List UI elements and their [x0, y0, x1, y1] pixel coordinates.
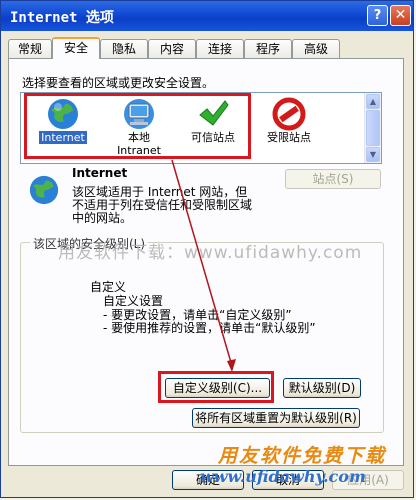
title-bar[interactable]: Internet 选项 ? ✕ — [1, 1, 413, 31]
close-button[interactable]: ✕ — [390, 5, 411, 26]
instruction-text: 选择要查看的区域或更改安全设置。 — [22, 76, 215, 90]
zone-title: Internet — [72, 166, 128, 180]
highlight-box-custom-level — [158, 371, 274, 403]
window-title: Internet 选项 — [10, 10, 114, 26]
reset-all-zones-button[interactable]: 将所有区域重置为默认级别(R) — [192, 408, 360, 428]
security-level-group — [20, 242, 384, 433]
scroll-down-button[interactable]: ▼ — [366, 147, 380, 162]
tab-security[interactable]: 安全 — [52, 37, 100, 59]
watermark-text-3: www.ufidawhy.com — [200, 467, 366, 486]
highlight-box-zones — [24, 93, 251, 159]
watermark-text-1: 用友软件下载：www.ufidawhy.com — [58, 243, 363, 263]
tab-advanced[interactable]: 高级 — [292, 39, 340, 58]
custom-line-3: - 要使用推荐的设置，请单击“默认级别” — [103, 321, 316, 335]
restricted-icon — [272, 97, 306, 131]
help-button[interactable]: ? — [367, 5, 388, 26]
zone-desc-line-3: 中的网站。 — [72, 211, 133, 225]
zone-restricted-label: 受限站点 — [267, 131, 311, 144]
tab-connections[interactable]: 连接 — [196, 39, 244, 58]
default-level-button[interactable]: 默认级别(D) — [283, 378, 361, 398]
globe-icon — [29, 175, 59, 205]
tab-content[interactable]: 内容 — [148, 39, 196, 58]
tab-general[interactable]: 常规 — [8, 39, 52, 58]
tab-privacy[interactable]: 隐私 — [100, 39, 148, 58]
scroll-thumb[interactable] — [366, 110, 380, 146]
tab-programs[interactable]: 程序 — [244, 39, 292, 58]
watermark-text-2: 用友软件免费下载 — [218, 445, 387, 467]
zone-restricted-sites[interactable]: 受限站点 — [257, 97, 321, 144]
scroll-up-button[interactable]: ▲ — [366, 94, 380, 109]
sites-button[interactable]: 站点(S) — [285, 169, 381, 189]
zone-list-scrollbar[interactable]: ▲ ▼ — [364, 93, 381, 163]
